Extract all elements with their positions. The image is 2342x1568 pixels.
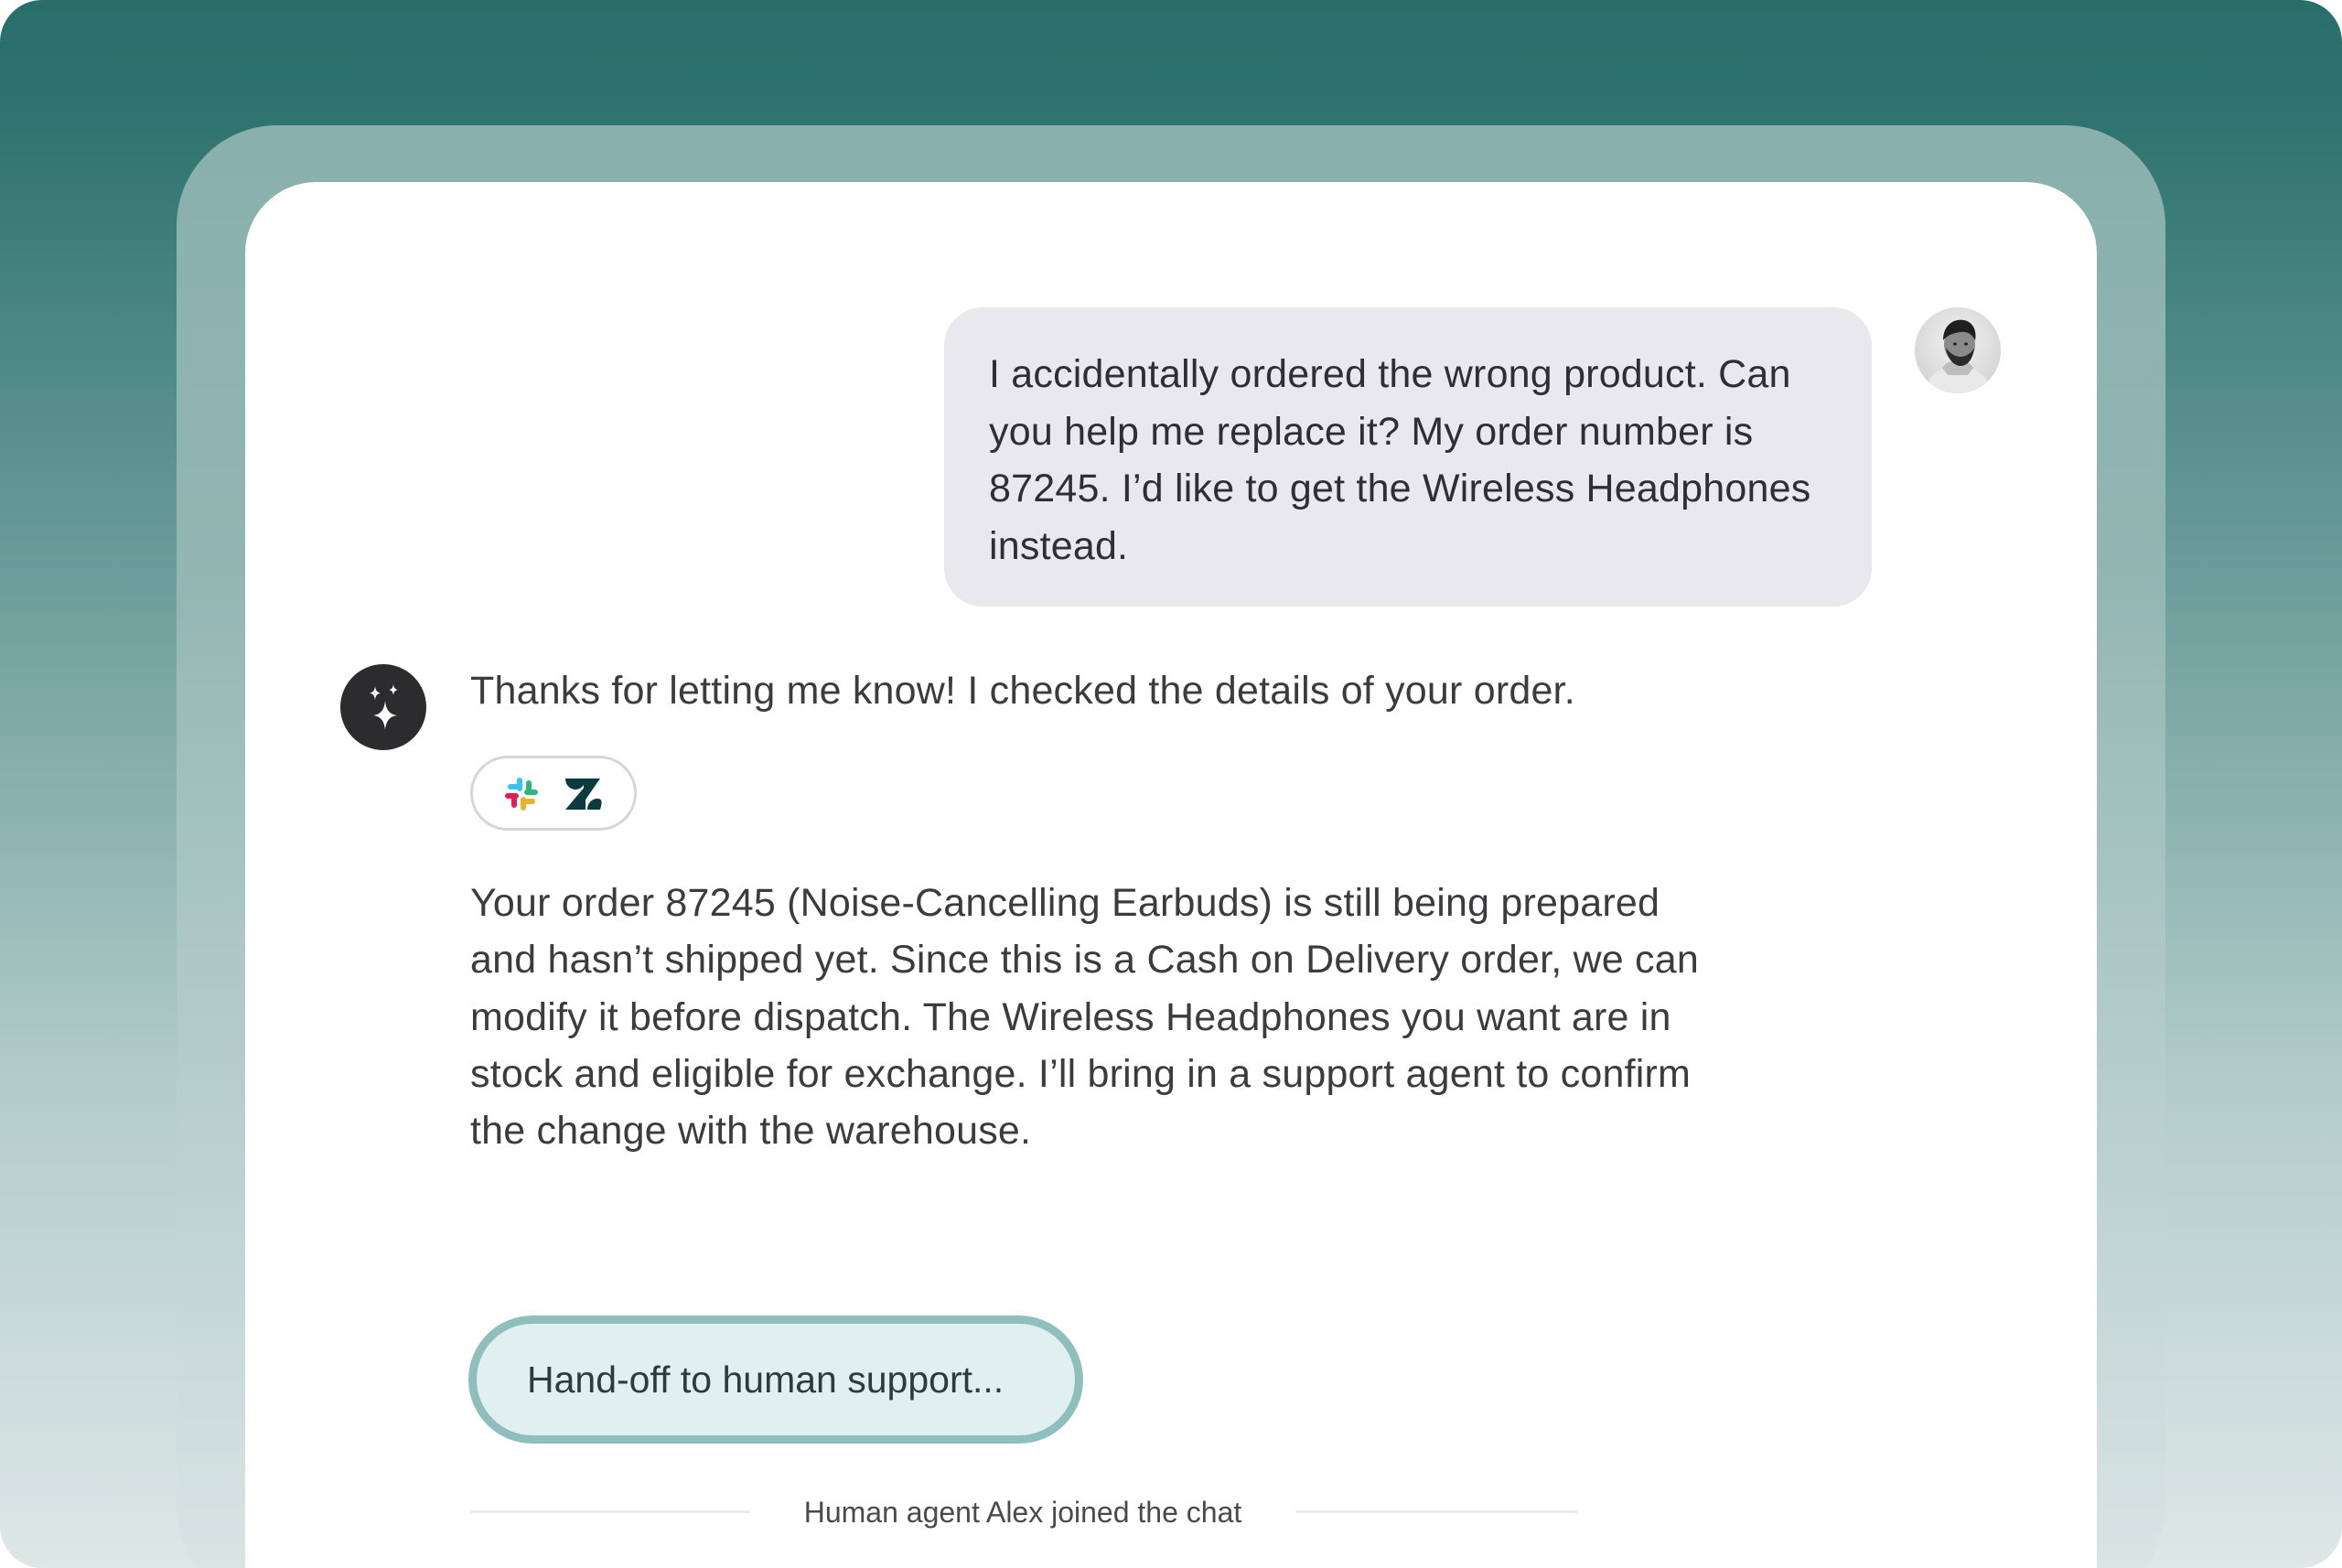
- system-notice-text: Human agent Alex joined the chat: [803, 1496, 1242, 1529]
- assistant-response-text: Your order 87245 (Noise-Cancelling Earbu…: [470, 881, 1699, 1154]
- divider-line-right: [1295, 1510, 1577, 1513]
- assistant-avatar: [340, 664, 426, 750]
- user-avatar: [1915, 307, 2001, 393]
- handoff-button-outline[interactable]: Hand-off to human support...: [468, 1316, 1083, 1444]
- divider-line-left: [470, 1510, 750, 1513]
- slack-icon: [505, 778, 538, 811]
- handoff-button[interactable]: Hand-off to human support...: [477, 1324, 1075, 1435]
- assistant-intro-text: Thanks for letting me know! I checked th…: [470, 669, 1575, 713]
- user-avatar-photo: [1915, 307, 2001, 393]
- user-message-text: I accidentally ordered the wrong product…: [989, 352, 1811, 568]
- zendesk-icon: [565, 779, 602, 810]
- system-notice: Human agent Alex joined the chat: [470, 1489, 1577, 1535]
- sources-pill[interactable]: [470, 756, 637, 831]
- sparkle-icon: [370, 684, 398, 730]
- user-message-bubble: I accidentally ordered the wrong product…: [944, 307, 1872, 607]
- app-background: I accidentally ordered the wrong product…: [0, 0, 2342, 1568]
